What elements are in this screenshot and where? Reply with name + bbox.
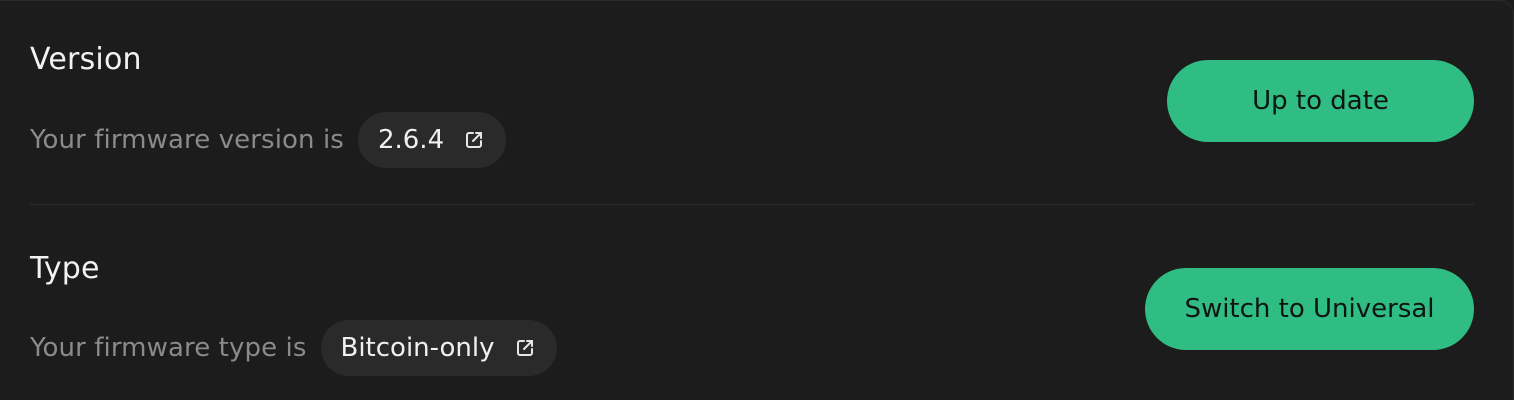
external-link-icon (466, 132, 483, 148)
version-value: 2.6.4 (377, 125, 445, 155)
up-to-date-button[interactable]: Up to date (1167, 60, 1474, 142)
external-link-icon (516, 340, 533, 356)
type-label: Your firmware type is (30, 333, 307, 363)
version-row: Your firmware version is 2.6.4 (30, 112, 507, 168)
version-title: Version (30, 42, 142, 77)
firmware-settings-panel: Version Your firmware version is 2.6.4 U… (0, 0, 1514, 400)
type-title: Type (30, 251, 100, 286)
switch-to-universal-button[interactable]: Switch to Universal (1145, 268, 1474, 350)
firmware-type-section: Type Your firmware type is Bitcoin-only … (30, 206, 1474, 400)
firmware-version-section: Version Your firmware version is 2.6.4 U… (30, 1, 1474, 205)
type-chip-link[interactable]: Bitcoin-only (320, 320, 557, 376)
version-chip-link[interactable]: 2.6.4 (357, 112, 507, 168)
section-divider (30, 204, 1474, 205)
version-label: Your firmware version is (30, 125, 344, 155)
type-row: Your firmware type is Bitcoin-only (30, 320, 557, 376)
type-value: Bitcoin-only (340, 333, 495, 363)
